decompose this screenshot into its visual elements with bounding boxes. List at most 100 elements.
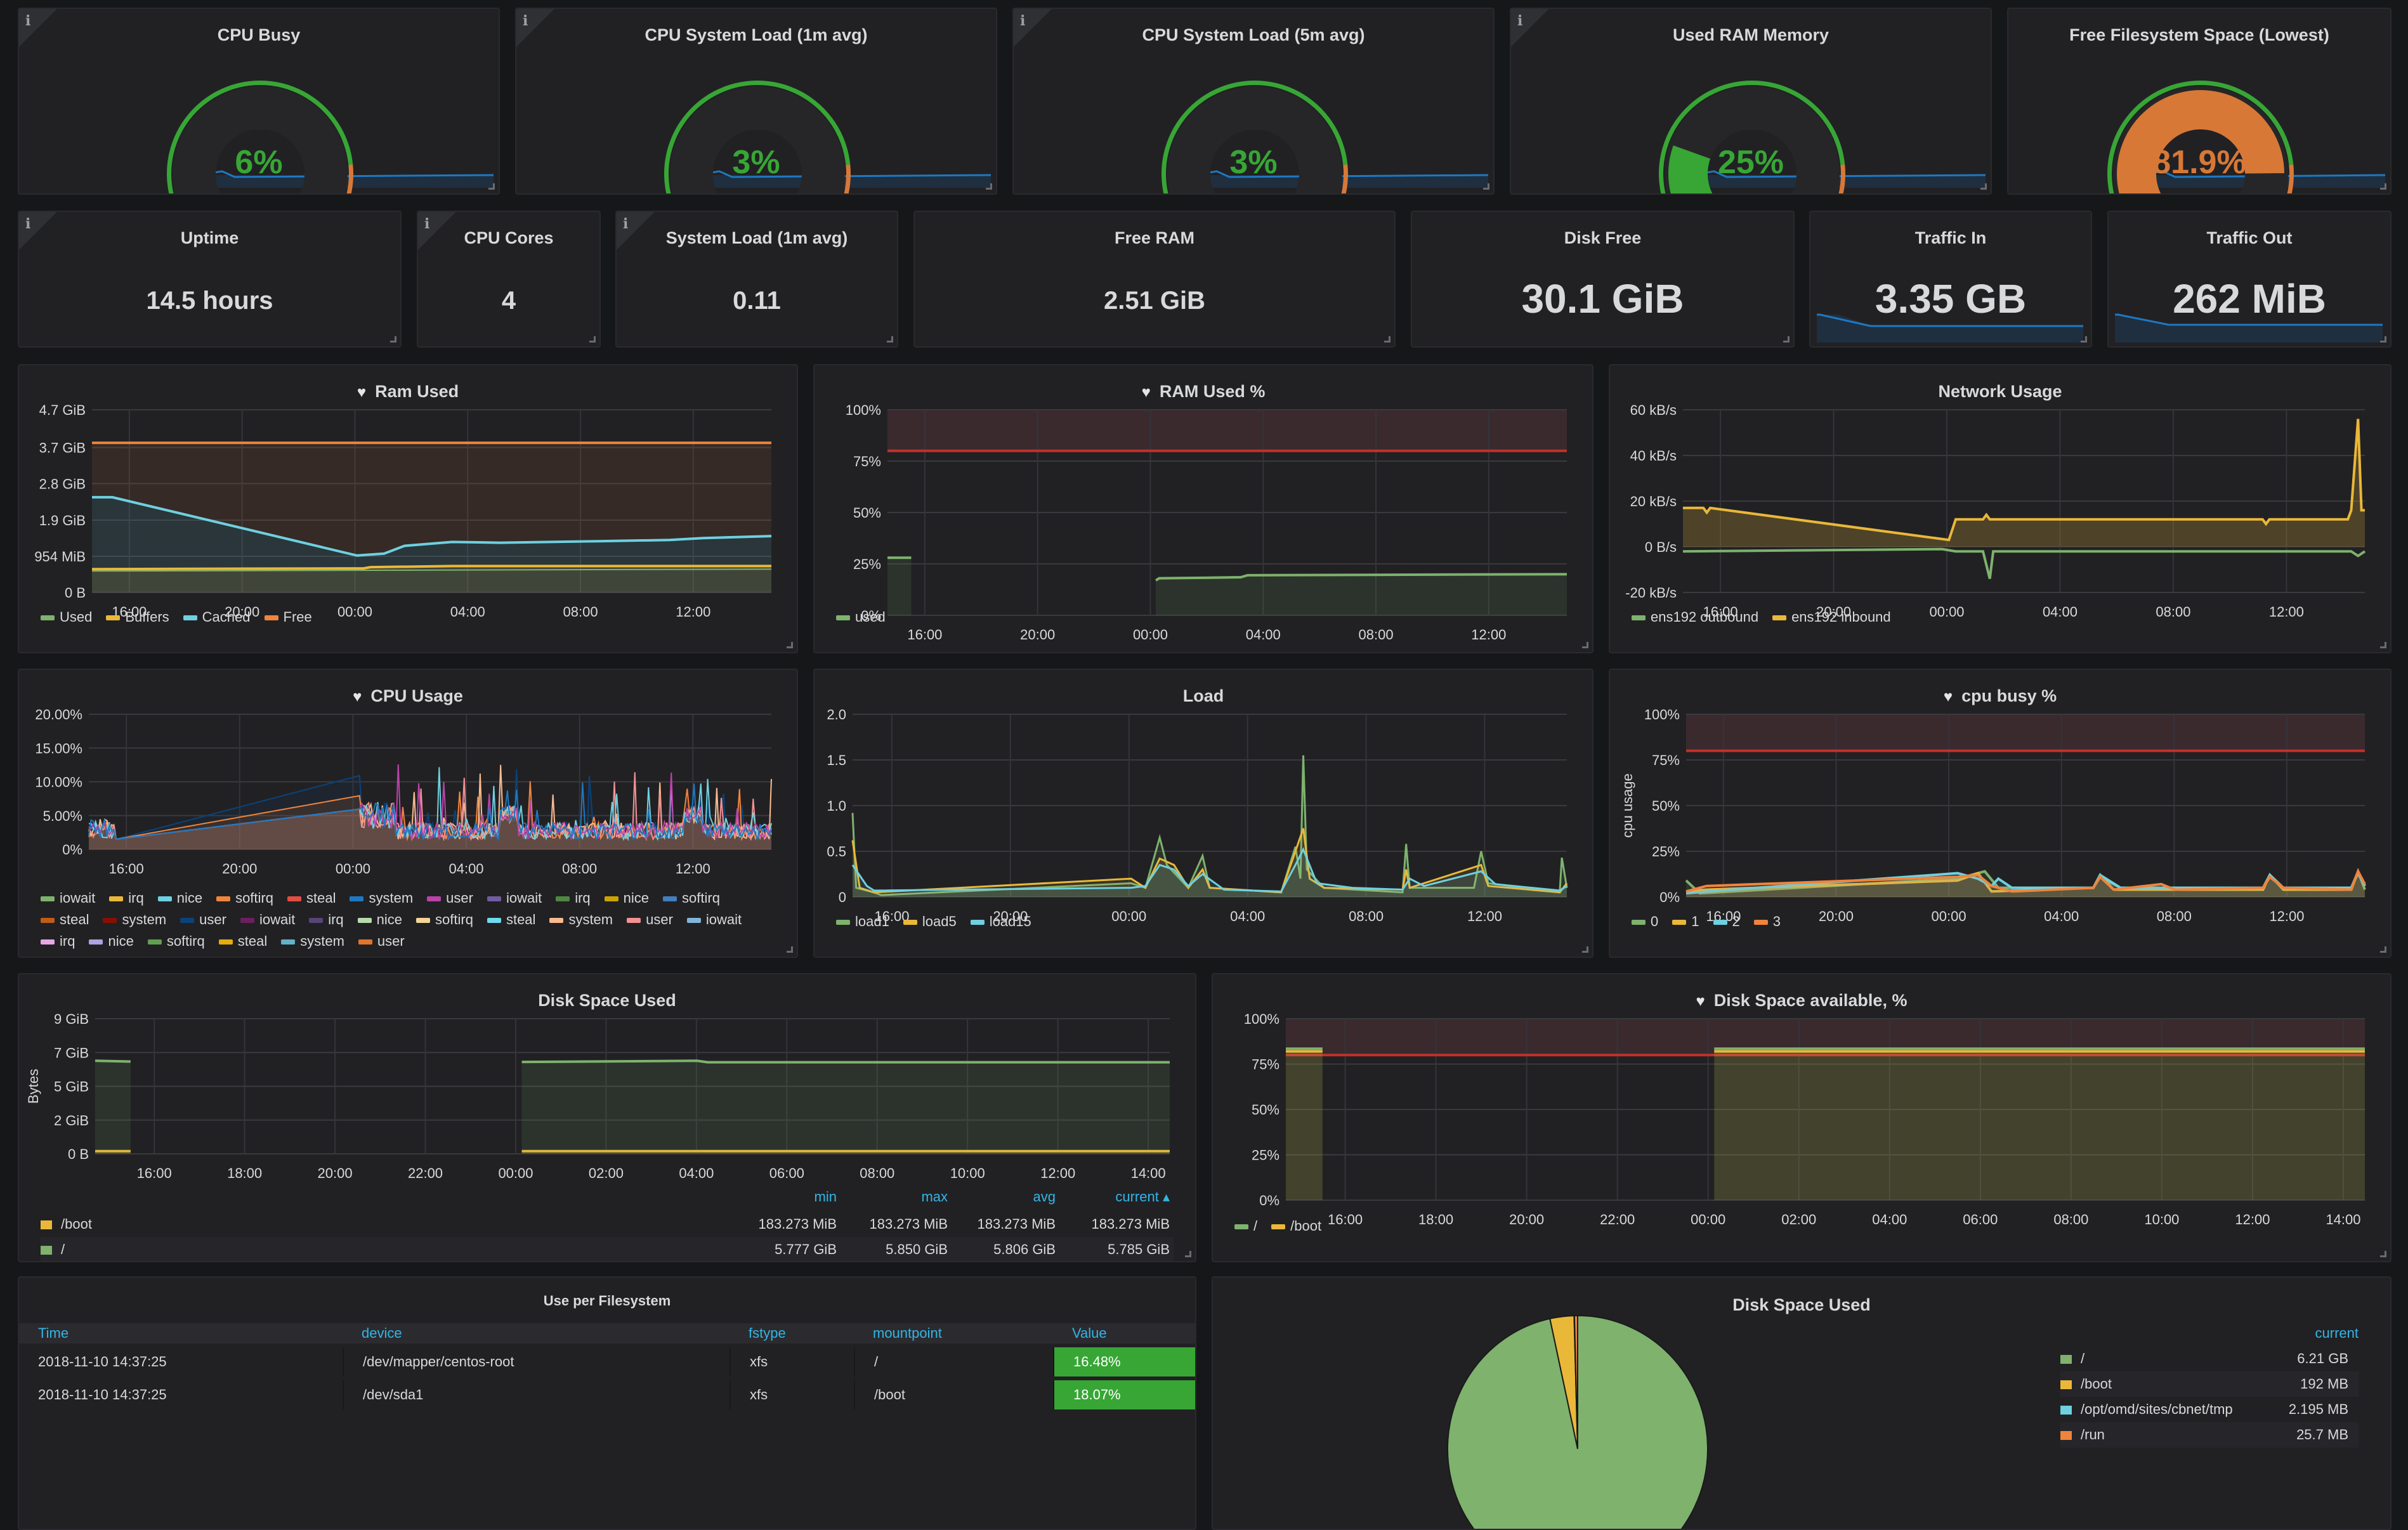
legend-item[interactable]: Cached bbox=[183, 606, 251, 628]
panel-disk-space-available[interactable]: ♥ Disk Space available, % 0% 25% 50% 75% 100% 1… bbox=[1212, 973, 2392, 1262]
resize-handle[interactable] bbox=[1384, 336, 1390, 343]
resize-handle[interactable] bbox=[1980, 183, 1987, 190]
pie-legend-row[interactable]: /opt/omd/sites/cbnet/tmp 2.195 MB bbox=[2060, 1397, 2359, 1422]
legend-item[interactable]: irq bbox=[41, 931, 75, 952]
legend-item[interactable]: softirq bbox=[663, 887, 720, 909]
panel-network-usage[interactable]: Network Usage -20 kB/s 0 B/s 20 kB/s 40 kB/s… bbox=[1609, 364, 2392, 653]
panel-cpu-usage[interactable]: ♥ CPU Usage 0% 5.00% 10.00% 15.00% 20.00% 16:00… bbox=[18, 669, 798, 958]
legend-item[interactable]: user bbox=[427, 887, 473, 909]
gauge-panel-cpu-load-5m[interactable]: i CPU System Load (5m avg) 3% bbox=[1012, 8, 1495, 195]
panel-ram-used[interactable]: ♥ Ram Used 0 B 954 MiB 1.9 GiB 2.8 GiB 3.7 GiB… bbox=[18, 364, 798, 653]
panel-use-per-filesystem[interactable]: Use per Filesystem Time device fstype mo… bbox=[18, 1276, 1196, 1530]
legend-item[interactable]: steal bbox=[287, 887, 336, 909]
gauge-panel-free-fs[interactable]: Free Filesystem Space (Lowest) 81.9% bbox=[2007, 8, 2392, 195]
legend-header-avg[interactable]: avg bbox=[1033, 1189, 1056, 1205]
pie-legend-row[interactable]: /boot 192 MB bbox=[2060, 1371, 2359, 1397]
legend-item[interactable]: load15 bbox=[970, 911, 1031, 932]
legend-row[interactable]: /boot 183.273 MiB 183.273 MiB 183.273 MiB 18… bbox=[41, 1212, 1174, 1237]
resize-handle[interactable] bbox=[986, 183, 992, 190]
legend-item[interactable]: 2 bbox=[1713, 911, 1740, 932]
legend-item[interactable]: irq bbox=[109, 887, 144, 909]
legend-item[interactable]: user bbox=[358, 931, 405, 952]
legend-item[interactable]: iowait bbox=[41, 887, 95, 909]
pie-legend-row[interactable]: /run 25.7 MB bbox=[2060, 1422, 2359, 1448]
legend-item[interactable]: iowait bbox=[686, 909, 742, 931]
legend-label: ens192 outbound bbox=[1651, 609, 1759, 625]
legend-item[interactable]: system bbox=[103, 909, 166, 931]
resize-handle[interactable] bbox=[1783, 336, 1790, 343]
panel-cpu-busy-pct[interactable]: ♥ cpu busy % 0% 25% 50% 75% 100% 16:00 20:00 00:0… bbox=[1609, 669, 2392, 958]
legend-item[interactable]: steal bbox=[218, 931, 267, 952]
legend-item[interactable]: irq bbox=[556, 887, 591, 909]
legend-header-current[interactable]: current ▴ bbox=[1115, 1189, 1170, 1205]
stat-panel-cpu-cores[interactable]: i CPU Cores 4 bbox=[417, 211, 601, 348]
legend-item[interactable]: load1 bbox=[836, 911, 889, 932]
legend-item[interactable]: ens192 inbound bbox=[1772, 606, 1891, 628]
resize-handle[interactable] bbox=[2081, 336, 2087, 343]
legend-item[interactable]: nice bbox=[89, 931, 134, 952]
resize-handle[interactable] bbox=[589, 336, 596, 343]
column-header-time[interactable]: Time bbox=[19, 1323, 343, 1344]
legend-header-current[interactable]: current bbox=[2060, 1321, 2359, 1346]
legend-item[interactable]: nice bbox=[157, 887, 202, 909]
legend-item[interactable]: 0 bbox=[1632, 911, 1658, 932]
gauge-panel-cpu-busy[interactable]: i CPU Busy 6% bbox=[18, 8, 500, 195]
resize-handle[interactable] bbox=[2380, 336, 2386, 343]
stat-panel-system-load[interactable]: i System Load (1m avg) 0.11 bbox=[615, 211, 898, 348]
legend-item[interactable]: Used bbox=[41, 606, 92, 628]
panel-disk-space-used[interactable]: Disk Space Used 0 B2 GiB 5 GiB 7 GiB 9 GiB 16… bbox=[18, 973, 1196, 1262]
legend-item[interactable]: ens192 outbound bbox=[1632, 606, 1758, 628]
legend-item[interactable]: steal bbox=[41, 909, 89, 931]
resize-handle[interactable] bbox=[887, 336, 893, 343]
gauge-panel-used-ram[interactable]: i Used RAM Memory 25% bbox=[1510, 8, 1992, 195]
resize-handle[interactable] bbox=[390, 336, 396, 343]
stat-panel-disk-free[interactable]: Disk Free 30.1 GiB bbox=[1411, 211, 1795, 348]
legend-header-max[interactable]: max bbox=[921, 1189, 948, 1205]
panel-load[interactable]: Load 0 0.5 1.0 1.5 2.0 16:00 20:00 00:00 04:00 08:… bbox=[813, 669, 1593, 958]
stat-panel-uptime[interactable]: i Uptime 14.5 hours bbox=[18, 211, 402, 348]
stat-panel-traffic-in[interactable]: Traffic In 3.35 GB bbox=[1809, 211, 2092, 348]
legend-item[interactable]: system bbox=[549, 909, 613, 931]
legend-item[interactable]: user bbox=[627, 909, 673, 931]
column-header-device[interactable]: device bbox=[343, 1323, 730, 1344]
legend-item[interactable]: irq bbox=[309, 909, 344, 931]
legend-item[interactable]: softirq bbox=[147, 931, 205, 952]
legend-item[interactable]: Free bbox=[264, 606, 312, 628]
resize-handle[interactable] bbox=[2380, 183, 2386, 190]
stat-panel-free-ram[interactable]: Free RAM 2.51 GiB bbox=[913, 211, 1396, 348]
legend-label: ens192 inbound bbox=[1791, 609, 1891, 625]
legend-item[interactable]: softirq bbox=[416, 909, 473, 931]
column-header-value[interactable]: Value bbox=[1053, 1323, 1195, 1344]
legend-item[interactable]: Buffers bbox=[106, 606, 169, 628]
legend-item[interactable]: user bbox=[180, 909, 226, 931]
column-header-mountpoint[interactable]: mountpoint bbox=[854, 1323, 1053, 1344]
legend-item[interactable]: softirq bbox=[216, 887, 273, 909]
legend-item[interactable]: steal bbox=[487, 909, 535, 931]
gauge-panel-cpu-load-1m[interactable]: i CPU System Load (1m avg) 3% bbox=[515, 8, 997, 195]
legend-row[interactable]: / 5.777 GiB 5.850 GiB 5.806 GiB 5.785 GiB bbox=[41, 1237, 1174, 1261]
pie-legend-row[interactable]: / 6.21 GB bbox=[2060, 1346, 2359, 1371]
column-header-fstype[interactable]: fstype bbox=[730, 1323, 854, 1344]
legend-item[interactable]: iowait bbox=[240, 909, 295, 931]
legend-item[interactable]: used bbox=[836, 606, 886, 628]
legend-item[interactable]: /boot bbox=[1271, 1215, 1321, 1237]
legend-item[interactable]: 3 bbox=[1753, 911, 1781, 932]
legend-item[interactable]: system bbox=[281, 931, 344, 952]
resize-handle[interactable] bbox=[488, 183, 495, 190]
stat-panel-traffic-out[interactable]: Traffic Out 262 MiB bbox=[2107, 211, 2392, 348]
legend-header-min[interactable]: min bbox=[815, 1189, 837, 1205]
legend-label: / bbox=[61, 1241, 65, 1257]
legend-item[interactable]: / bbox=[1234, 1215, 1257, 1237]
legend-item[interactable]: nice bbox=[604, 887, 649, 909]
legend-item[interactable]: system bbox=[350, 887, 413, 909]
legend-item[interactable]: 1 bbox=[1672, 911, 1699, 932]
legend-item[interactable]: nice bbox=[357, 909, 402, 931]
legend-item[interactable]: iowait bbox=[487, 887, 542, 909]
resize-handle[interactable] bbox=[1483, 183, 1489, 190]
legend-item[interactable]: load5 bbox=[903, 911, 957, 932]
legend: 0 1 2 3 bbox=[1632, 911, 2374, 932]
panel-disk-space-used-pie[interactable]: Disk Space Used current /6.21 GB/boot 192… bbox=[1212, 1276, 2392, 1530]
legend-swatch bbox=[103, 918, 117, 924]
y-tick-label: 20 kB/s bbox=[1630, 494, 1677, 509]
panel-ram-used-pct[interactable]: ♥ RAM Used % 0% 25% 50% 75% 100% 16:00 20:00 00:0… bbox=[813, 364, 1593, 653]
